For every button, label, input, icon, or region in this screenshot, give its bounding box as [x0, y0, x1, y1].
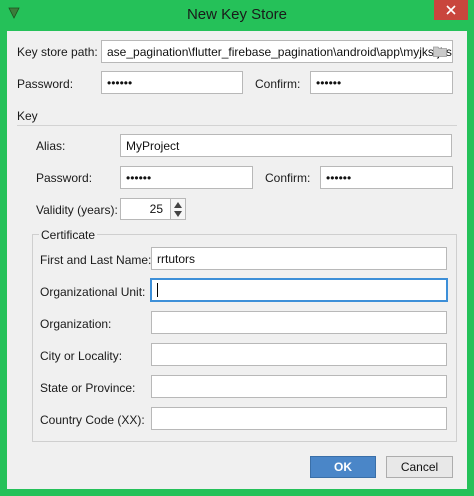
- keystore-password-label: Password:: [17, 77, 74, 91]
- key-store-path-label: Key store path:: [17, 45, 98, 59]
- alias-input[interactable]: MyProject: [120, 134, 452, 157]
- key-section-divider: [17, 125, 457, 126]
- key-password-value: ••••••: [126, 170, 152, 185]
- validity-spinner[interactable]: [170, 198, 186, 220]
- text-caret: [157, 283, 158, 297]
- window-title: New Key Store: [186, 6, 288, 23]
- state-input[interactable]: [151, 375, 447, 398]
- key-confirm-input[interactable]: ••••••: [320, 166, 453, 189]
- first-last-name-input[interactable]: rrtutors: [151, 247, 447, 270]
- key-password-input[interactable]: ••••••: [120, 166, 253, 189]
- first-last-name-label: First and Last Name:: [40, 253, 152, 267]
- country-code-input[interactable]: [151, 407, 447, 430]
- key-section-label: Key: [17, 109, 38, 123]
- country-code-label: Country Code (XX):: [40, 413, 145, 427]
- key-confirm-label: Confirm:: [265, 171, 311, 185]
- title-bar[interactable]: New Key Store: [0, 0, 474, 32]
- keystore-password-value: ••••••: [107, 75, 133, 90]
- spinner-up-icon[interactable]: [174, 202, 182, 208]
- keystore-confirm-value: ••••••: [316, 75, 342, 90]
- ok-button[interactable]: OK: [310, 456, 376, 478]
- cancel-button[interactable]: Cancel: [386, 456, 453, 478]
- organizational-unit-label: Organizational Unit:: [40, 285, 146, 299]
- key-store-path-input[interactable]: ase_pagination\flutter_firebase_paginati…: [101, 40, 453, 63]
- validity-input[interactable]: 25: [120, 198, 172, 220]
- keystore-password-input[interactable]: ••••••: [101, 71, 243, 94]
- city-input[interactable]: [151, 343, 447, 366]
- city-label: City or Locality:: [40, 349, 123, 363]
- close-icon: [446, 5, 456, 15]
- dialog-content: Key store path: ase_pagination\flutter_f…: [7, 31, 467, 489]
- organization-label: Organization:: [40, 317, 112, 331]
- key-store-path-value: ase_pagination\flutter_firebase_paginati…: [107, 44, 452, 59]
- key-password-label: Password:: [36, 171, 93, 185]
- validity-value: 25: [149, 202, 163, 216]
- spinner-down-icon[interactable]: [174, 211, 182, 217]
- certificate-group-label: Certificate: [39, 228, 98, 242]
- keystore-confirm-label: Confirm:: [255, 77, 301, 91]
- dialog-window: New Key Store Key store path: ase_pagina…: [0, 0, 474, 496]
- validity-label: Validity (years):: [36, 203, 118, 217]
- keystore-confirm-input[interactable]: ••••••: [310, 71, 453, 94]
- organizational-unit-input[interactable]: [150, 278, 448, 302]
- first-last-name-value: rrtutors: [157, 251, 196, 266]
- folder-icon[interactable]: [433, 45, 447, 57]
- alias-value: MyProject: [126, 138, 180, 153]
- close-button[interactable]: [434, 0, 468, 20]
- organization-input[interactable]: [151, 311, 447, 334]
- state-label: State or Province:: [40, 381, 136, 395]
- alias-label: Alias:: [36, 139, 66, 153]
- key-confirm-value: ••••••: [326, 170, 352, 185]
